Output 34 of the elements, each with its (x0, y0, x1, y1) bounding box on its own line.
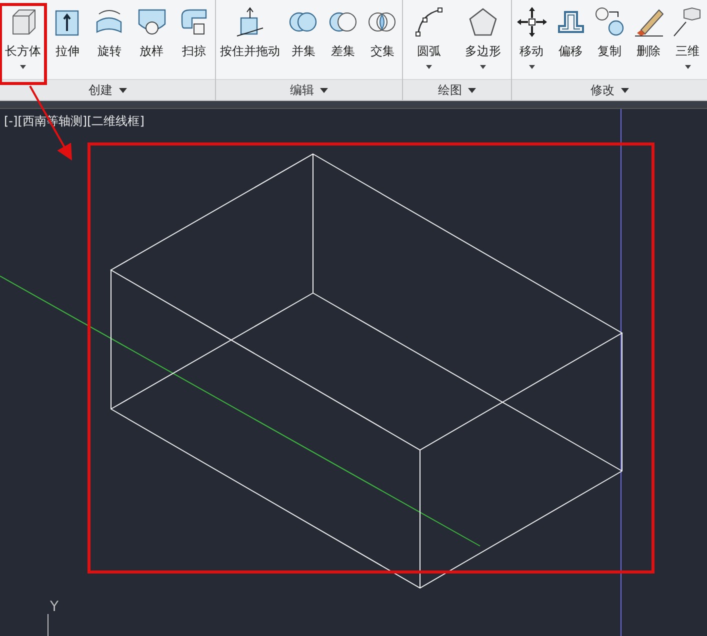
ribbon-tool-button[interactable]: 差集 (326, 4, 360, 80)
ribbon-tool-button[interactable]: 并集 (286, 4, 320, 80)
caret-icon (468, 88, 476, 93)
ribbon-tool-button[interactable]: 交集 (365, 4, 400, 80)
panel-title[interactable]: 编辑 (216, 79, 402, 100)
ribbon-tool-button[interactable]: 旋转 (92, 4, 126, 80)
caret-icon (528, 65, 534, 69)
panel-title[interactable]: 修改 (512, 79, 707, 100)
caret-icon (118, 88, 126, 93)
ribbon-tool-button[interactable]: 按住并拖动 (218, 4, 281, 80)
caret-icon (20, 65, 26, 69)
caret-icon (426, 65, 432, 69)
caret-icon (684, 65, 690, 69)
ribbon-tool-button[interactable]: 放样 (134, 4, 169, 80)
3d-cube-icon (672, 6, 704, 38)
ribbon-tool-button[interactable]: 移动 (514, 4, 548, 80)
ribbon-tool-button[interactable]: 三维 (670, 4, 704, 80)
arc-icon (413, 6, 445, 38)
ribbon-tool-button[interactable]: 拉伸 (50, 4, 84, 80)
ribbon-tool-button[interactable]: 删除 (632, 4, 666, 80)
axis-label: Y (50, 599, 59, 615)
caret-icon (480, 65, 486, 69)
ribbon-tool-button[interactable]: 圆弧 (412, 4, 446, 80)
ribbon-tool-button[interactable]: 复制 (592, 4, 626, 80)
panel-title[interactable]: 绘图 (403, 79, 511, 100)
panel-title[interactable]: 创建 (0, 79, 215, 100)
ribbon-tool-button[interactable]: 偏移 (554, 4, 588, 80)
caret-icon (320, 88, 328, 93)
caret-icon (620, 88, 628, 93)
move-icon (516, 6, 548, 38)
pentagon-icon (467, 6, 499, 38)
ribbon-tool-button[interactable]: 多边形 (464, 4, 502, 80)
ribbon-tool-button[interactable]: 扫掠 (176, 4, 211, 80)
copy-icon (594, 6, 626, 38)
